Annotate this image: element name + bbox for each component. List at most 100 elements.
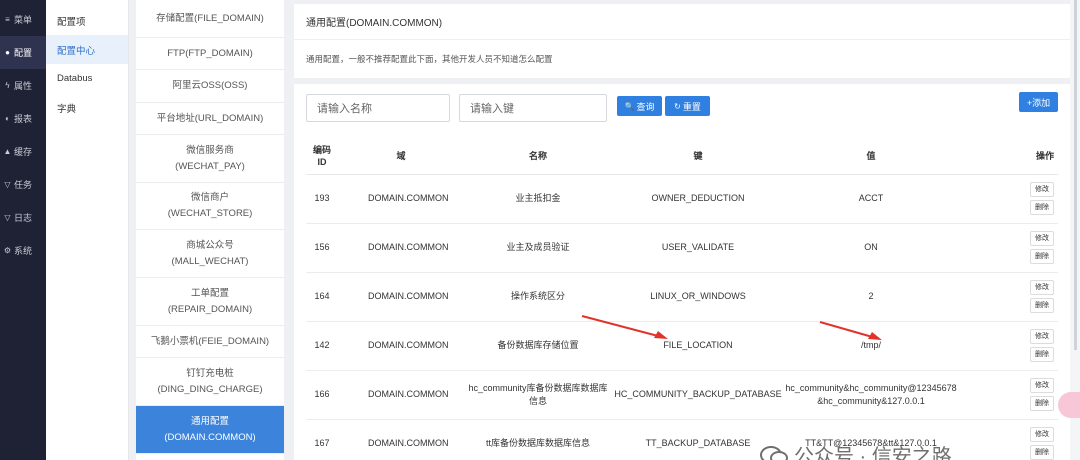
domain-label: 平台地址(URL_DOMAIN) [156, 112, 264, 124]
cell-id: 142 [306, 321, 338, 371]
main-nav: ≡ 菜单 ● 配置 ϟ 属性 ◐ 报表 ▲ 缓存 ▽ 任务 ▽ 日志 ⚙ 系统 [0, 0, 46, 460]
col-header-key: 键 [612, 138, 784, 175]
key-search-input[interactable]: 请输入键 [459, 94, 607, 122]
config-sub-nav: 配置项 配置中心 Databus 字典 [46, 0, 129, 460]
reset-button[interactable]: ↻ 重置 [665, 96, 710, 116]
domain-item-mall-wechat[interactable]: 商城公众号 (MALL_WECHAT) [136, 230, 284, 278]
wechat-icon [760, 445, 788, 460]
domain-label: 微信服务商 [186, 144, 234, 156]
edit-button[interactable]: 修改 [1030, 280, 1054, 295]
sub-nav-config-item[interactable]: 配置项 [46, 6, 128, 35]
col-header-value: 值 [784, 138, 958, 175]
edit-button[interactable]: 修改 [1030, 182, 1054, 197]
config-list-card: 请输入名称 请输入键 🔍 查询 ↻ 重置 +添加 编码 ID 域 名称 键 值 操作 [294, 84, 1070, 460]
delete-button[interactable]: 删除 [1030, 200, 1054, 215]
domain-code: (MALL_WECHAT) [171, 255, 249, 267]
domain-item-common[interactable]: 通用配置 (DOMAIN.COMMON) [136, 406, 284, 454]
domain-item-wechat-pay[interactable]: 微信服务商 (WECHAT_PAY) [136, 135, 284, 183]
reset-label: 重置 [682, 101, 701, 112]
cell-domain: DOMAIN.COMMON [338, 419, 464, 460]
cell-key: HC_COMMUNITY_BACKUP_DATABASE [612, 370, 784, 420]
cell-domain: DOMAIN.COMMON [338, 272, 464, 322]
cell-key: TT_BACKUP_DATABASE [612, 419, 784, 460]
domain-list: 存储配置(FILE_DOMAIN) FTP(FTP_DOMAIN) 阿里云OSS… [136, 0, 284, 460]
attribute-icon: ϟ [5, 81, 10, 90]
nav-item-label: 菜单 [14, 15, 33, 25]
delete-button[interactable]: 删除 [1030, 396, 1054, 411]
nav-item-attribute[interactable]: ϟ 属性 [0, 69, 46, 102]
cell-ops: 修改 删除 [958, 321, 1058, 371]
nav-item-label: 报表 [14, 114, 33, 124]
col-header-domain: 域 [338, 138, 464, 175]
domain-label: 商城公众号 [186, 239, 234, 251]
edit-button[interactable]: 修改 [1030, 329, 1054, 344]
domain-item-ding-ding-charge[interactable]: 钉钉充电桩 (DING_DING_CHARGE) [136, 358, 284, 406]
nav-item-label: 属性 [14, 81, 33, 91]
nav-item-cache[interactable]: ▲ 缓存 [0, 135, 46, 168]
table-header-row: 编码 ID 域 名称 键 值 操作 [306, 138, 1058, 175]
name-search-input[interactable]: 请输入名称 [306, 94, 450, 122]
watermark: 公众号 · 信安之路 [760, 440, 952, 460]
main-content: 通用配置(DOMAIN.COMMON) 通用配置，一般不推荐配置此下面，其他开发… [294, 0, 1070, 460]
delete-button[interactable]: 删除 [1030, 298, 1054, 313]
cell-id: 164 [306, 272, 338, 322]
domain-label: 存储配置(FILE_DOMAIN) [156, 12, 264, 24]
domain-label: 通用配置 [190, 415, 229, 427]
domain-code: (WECHAT_STORE) [167, 208, 253, 219]
nav-item-label: 日志 [14, 213, 33, 223]
cell-name: tt库备份数据库数据库信息 [464, 419, 612, 460]
domain-label: 工单配置 [190, 287, 229, 299]
domain-item-wechat-store[interactable]: 微信商户 (WECHAT_STORE) [136, 183, 284, 230]
edit-button[interactable]: 修改 [1030, 231, 1054, 246]
domain-info-card: 通用配置(DOMAIN.COMMON) 通用配置，一般不推荐配置此下面，其他开发… [294, 4, 1070, 78]
refresh-icon: ↻ [674, 101, 681, 111]
nav-item-system[interactable]: ⚙ 系统 [0, 234, 46, 267]
log-icon: ▽ [4, 213, 11, 222]
domain-code: (DING_DING_CHARGE) [157, 383, 263, 395]
nav-item-label: 缓存 [14, 147, 33, 157]
edit-button[interactable]: 修改 [1030, 378, 1054, 393]
nav-item-task[interactable]: ▽ 任务 [0, 168, 46, 201]
nav-item-report[interactable]: ◐ 报表 [0, 102, 46, 135]
domain-item-ftp[interactable]: FTP(FTP_DOMAIN) [136, 38, 284, 70]
cell-name: 业主及成员验证 [464, 223, 612, 273]
floating-helper-icon[interactable] [1058, 392, 1080, 418]
cell-key: USER_VALIDATE [612, 223, 784, 273]
delete-button[interactable]: 删除 [1030, 445, 1054, 460]
delete-button[interactable]: 删除 [1030, 249, 1054, 264]
table-row: 164 DOMAIN.COMMON 操作系统区分 LINUX_OR_WINDOW… [306, 272, 1058, 322]
cell-id: 193 [306, 174, 338, 224]
sub-nav-databus[interactable]: Databus [46, 64, 128, 93]
edit-button[interactable]: 修改 [1030, 427, 1054, 442]
domain-item-oss[interactable]: 阿里云OSS(OSS) [136, 70, 284, 103]
panel-description: 通用配置，一般不推荐配置此下面，其他开发人员不知道怎么配置 [306, 54, 553, 64]
config-table: 编码 ID 域 名称 键 值 操作 193 DOMAIN.COMMON 业主抵扣金… [306, 138, 1058, 460]
nav-item-menu[interactable]: ≡ 菜单 [0, 3, 46, 36]
cell-key: FILE_LOCATION [612, 321, 784, 371]
domain-item-url[interactable]: 平台地址(URL_DOMAIN) [136, 103, 284, 135]
report-icon: ◐ [5, 114, 10, 123]
query-button[interactable]: 🔍 查询 [617, 96, 662, 116]
scrollbar[interactable] [1074, 0, 1077, 350]
table-row: 142 DOMAIN.COMMON 备份数据库存储位置 FILE_LOCATIO… [306, 321, 1058, 371]
domain-item-feie[interactable]: 飞鹅小票机(FEIE_DOMAIN) [136, 326, 284, 358]
cell-domain: DOMAIN.COMMON [338, 370, 464, 420]
domain-item-cut[interactable] [136, 454, 284, 460]
sub-nav-config-center[interactable]: 配置中心 [46, 35, 128, 64]
gear-icon: ⚙ [3, 246, 12, 255]
nav-item-label: 配置 [14, 48, 33, 58]
sub-nav-dictionary[interactable]: 字典 [46, 93, 128, 122]
cell-value: 2 [784, 272, 958, 322]
menu-icon: ≡ [5, 15, 10, 24]
domain-item-repair[interactable]: 工单配置 (REPAIR_DOMAIN) [136, 278, 284, 326]
delete-button[interactable]: 删除 [1030, 347, 1054, 362]
nav-item-config[interactable]: ● 配置 [0, 36, 46, 69]
panel-title: 通用配置(DOMAIN.COMMON) [294, 4, 1070, 40]
cell-domain: DOMAIN.COMMON [338, 223, 464, 273]
domain-code: (WECHAT_PAY) [175, 160, 245, 172]
nav-item-log[interactable]: ▽ 日志 [0, 201, 46, 234]
domain-item-file[interactable]: 存储配置(FILE_DOMAIN) [136, 0, 284, 38]
add-button[interactable]: +添加 [1019, 92, 1058, 112]
cell-ops: 修改 删除 [958, 370, 1058, 420]
cell-id: 167 [306, 419, 338, 460]
